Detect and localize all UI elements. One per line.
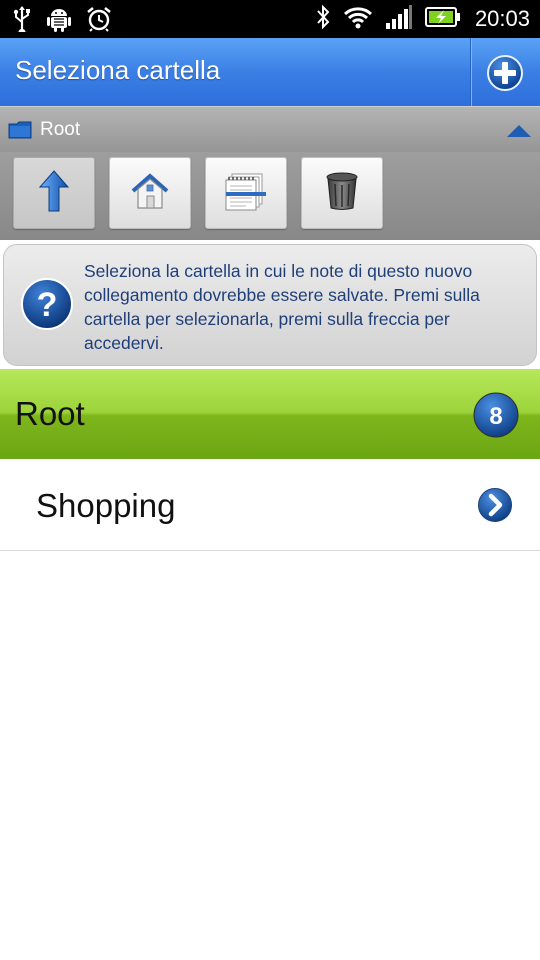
trash-icon <box>325 171 359 215</box>
usb-icon <box>12 6 32 37</box>
folder-icon <box>8 121 32 143</box>
wifi-icon <box>343 5 373 33</box>
plus-circle-icon <box>486 55 524 96</box>
signal-icon <box>385 5 413 33</box>
folder-list-item-label: Shopping <box>36 487 176 524</box>
status-time: 20:03 <box>474 6 530 31</box>
toolbar <box>0 152 540 240</box>
page-title: Seleziona cartella <box>15 55 221 85</box>
count-badge-text: 8 <box>489 403 502 430</box>
info-box: ? Seleziona la cartella in cui le note d… <box>3 244 537 366</box>
count-badge: 8 <box>472 391 520 443</box>
notes-icon <box>224 171 268 215</box>
title-bar: Seleziona cartella <box>0 38 540 107</box>
folder-list-item[interactable]: Shopping <box>0 460 540 551</box>
breadcrumb-label: Root <box>40 119 81 140</box>
add-folder-button[interactable] <box>486 54 524 92</box>
up-folder-button[interactable] <box>13 157 95 229</box>
title-divider <box>470 38 472 106</box>
android-debug-icon <box>46 5 72 37</box>
battery-charging-icon <box>424 6 461 32</box>
alarm-icon <box>86 6 112 36</box>
bluetooth-icon <box>315 4 331 34</box>
info-text: Seleziona la cartella in cui le note di … <box>84 261 480 353</box>
home-button[interactable] <box>109 157 191 229</box>
up-arrow-icon <box>38 169 70 217</box>
help-icon: ? <box>20 277 74 335</box>
current-folder-label: Root <box>15 395 85 432</box>
collapse-up-icon[interactable] <box>506 123 532 142</box>
home-icon <box>130 171 170 215</box>
notes-button[interactable] <box>205 157 287 229</box>
status-bar: 20:03 <box>0 0 540 38</box>
svg-text:?: ? <box>37 286 58 324</box>
current-folder-header[interactable]: Root <box>0 369 540 459</box>
delete-button[interactable] <box>301 157 383 229</box>
screen: 20:03 Seleziona cartella Root ? Selezion… <box>0 0 540 960</box>
chevron-right-icon[interactable] <box>477 487 513 527</box>
breadcrumb[interactable]: Root <box>0 106 540 154</box>
